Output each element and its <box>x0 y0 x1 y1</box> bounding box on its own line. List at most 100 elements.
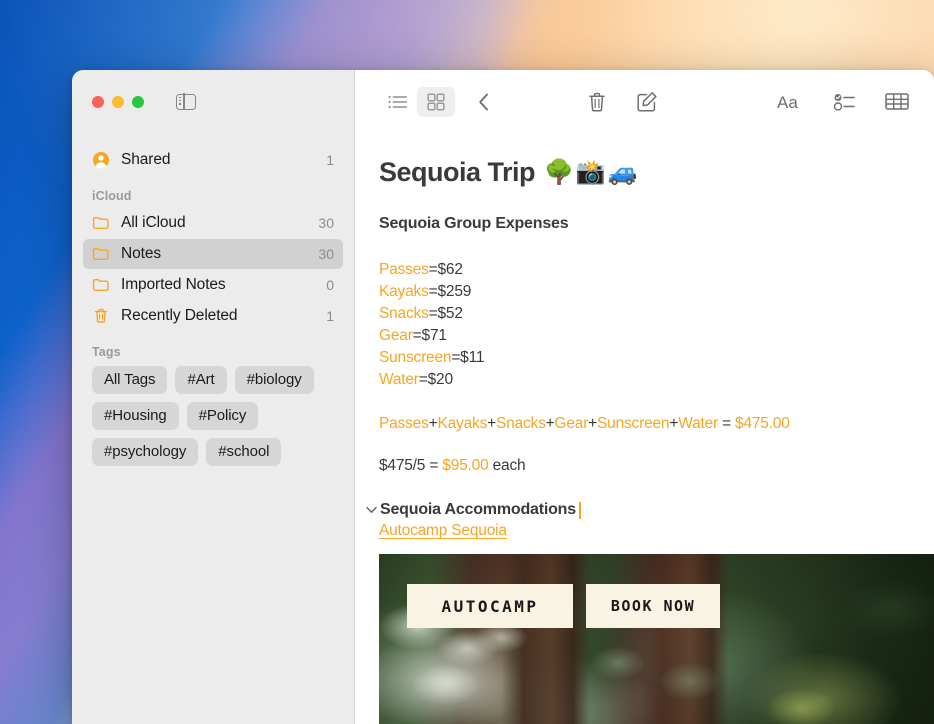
window-controls <box>72 70 354 133</box>
sidebar-item-count: 0 <box>326 277 334 293</box>
sidebar-item-count: 30 <box>318 246 334 262</box>
sidebar-item-imported-notes[interactable]: Imported Notes 0 <box>83 270 343 300</box>
banner-vignette-layer <box>379 554 934 724</box>
toolbar: Aa <box>355 70 934 133</box>
trash-icon <box>92 307 110 325</box>
sum-term: Passes <box>379 415 429 432</box>
sum-term: Water <box>678 415 718 432</box>
sum-operator: + <box>487 415 496 432</box>
sidebar-item-recently-deleted[interactable]: Recently Deleted 1 <box>83 301 343 331</box>
sum-operator: + <box>545 415 555 432</box>
sidebar-item-notes[interactable]: Notes 30 <box>83 239 343 269</box>
folder-icon <box>92 276 110 294</box>
tag-chip-school[interactable]: #school <box>206 438 282 466</box>
chevron-down-icon[interactable] <box>363 506 379 514</box>
sidebar-item-shared[interactable]: Shared 1 <box>83 145 343 175</box>
sidebar-toggle-icon[interactable] <box>176 92 196 111</box>
autocamp-banner-image[interactable]: AUTOCAMP BOOK NOW <box>379 554 934 724</box>
sum-term: Kayaks <box>437 415 488 432</box>
expense-name: Sunscreen <box>379 349 452 366</box>
per-person-result: $95.00 <box>442 457 489 474</box>
sidebar-item-label: Shared <box>121 151 171 168</box>
expense-value: =$62 <box>428 261 463 278</box>
sum-equals: = <box>717 415 736 432</box>
close-button[interactable] <box>92 95 104 108</box>
tag-chip-art[interactable]: #Art <box>175 366 227 394</box>
expense-name: Kayaks <box>379 283 429 300</box>
expense-name: Passes <box>379 261 429 278</box>
per-person-suffix: each <box>488 457 526 474</box>
sidebar-section-header-icloud: iCloud <box>92 189 132 203</box>
shared-person-icon <box>92 151 110 169</box>
format-aa-icon[interactable]: Aa <box>774 87 812 117</box>
expense-value: =$11 <box>451 349 485 366</box>
tag-chip-all-tags[interactable]: All Tags <box>92 366 168 394</box>
minimize-button[interactable] <box>112 95 124 108</box>
per-person-expression: $475/5 <box>379 457 426 474</box>
svg-text:Aa: Aa <box>777 93 798 112</box>
note-title-text: Sequoia Trip <box>379 157 536 187</box>
per-person-row: $475/5 = $95.00 each <box>379 457 934 475</box>
gallery-view-icon[interactable] <box>417 86 455 117</box>
autocamp-sequoia-link[interactable]: Autocamp Sequoia <box>379 522 507 540</box>
sidebar-item-label: Imported Notes <box>121 276 226 293</box>
sidebar-item-count: 1 <box>326 152 334 168</box>
folder-icon <box>92 245 110 263</box>
book-now-button[interactable]: BOOK NOW <box>586 584 720 628</box>
sidebar: Shared 1 iCloud All iCloud 30 Notes 30 I… <box>72 70 355 724</box>
expense-row: Sunscreen=$11 <box>379 347 934 369</box>
sum-operator: + <box>669 415 679 432</box>
back-chevron-icon[interactable] <box>465 87 503 117</box>
expense-value: =$71 <box>412 327 447 344</box>
sum-term: Sunscreen <box>597 415 670 432</box>
sidebar-toggle-dots <box>179 96 181 105</box>
autocamp-logo-box[interactable]: AUTOCAMP <box>407 584 573 628</box>
accommodations-heading: Sequoia Accommodations <box>363 501 934 519</box>
table-icon[interactable] <box>878 87 916 117</box>
sidebar-item-count: 1 <box>326 308 334 324</box>
tag-list: All Tags #Art #biology #Housing #Policy … <box>83 364 343 466</box>
expense-row: Kayaks=$259 <box>379 281 934 303</box>
expense-name: Gear <box>379 327 413 344</box>
sidebar-item-all-icloud[interactable]: All iCloud 30 <box>83 208 343 238</box>
expense-row: Snacks=$52 <box>379 303 934 325</box>
sum-operator: + <box>588 415 598 432</box>
expense-row: Passes=$62 <box>379 259 934 281</box>
notes-window: Shared 1 iCloud All iCloud 30 Notes 30 I… <box>72 70 934 724</box>
sidebar-section-header-tags: Tags <box>92 345 121 359</box>
tag-chip-housing[interactable]: #Housing <box>92 402 179 430</box>
tag-chip-biology[interactable]: #biology <box>234 366 314 394</box>
list-view-icon[interactable] <box>379 87 417 117</box>
sum-term: Gear <box>554 415 589 432</box>
sum-operator: + <box>428 415 438 432</box>
trash-icon[interactable] <box>578 87 616 117</box>
expense-value: =$259 <box>428 283 472 300</box>
sum-total: $475.00 <box>735 415 790 432</box>
accommodations-heading-text: Sequoia Accommodations <box>380 501 576 518</box>
expense-name: Snacks <box>379 305 429 322</box>
expense-value: =$20 <box>418 371 453 388</box>
sidebar-item-label: Recently Deleted <box>121 307 238 324</box>
expense-row: Gear=$71 <box>379 325 934 347</box>
sidebar-sections: Shared 1 iCloud All iCloud 30 Notes 30 I… <box>72 133 354 466</box>
sidebar-item-label: All iCloud <box>121 214 186 231</box>
note-title-emoji: 🌳📸🚙 <box>544 159 640 186</box>
expense-list: Passes=$62 Kayaks=$259 Snacks=$52 Gear=$… <box>379 259 934 391</box>
per-person-equals: = <box>425 457 443 474</box>
sidebar-group-shared: Shared 1 <box>83 145 343 175</box>
note-subtitle: Sequoia Group Expenses <box>379 215 569 232</box>
sum-term: Snacks <box>496 415 546 432</box>
note-content[interactable]: Sequoia Trip 🌳📸🚙 Sequoia Group Expenses … <box>355 133 934 724</box>
tag-chip-psychology[interactable]: #psychology <box>92 438 199 466</box>
maximize-button[interactable] <box>132 95 144 108</box>
expense-row: Water=$20 <box>379 369 934 391</box>
note-pane: Aa Sequoia Trip 🌳📸🚙 Sequoia Group Expens… <box>355 70 934 724</box>
checklist-icon[interactable] <box>826 87 864 117</box>
note-title: Sequoia Trip 🌳📸🚙 <box>379 157 934 188</box>
folder-icon <box>92 214 110 232</box>
desktop-wallpaper: Shared 1 iCloud All iCloud 30 Notes 30 I… <box>0 0 934 724</box>
text-cursor <box>578 501 581 519</box>
sidebar-item-count: 30 <box>318 215 334 231</box>
tag-chip-policy[interactable]: #Policy <box>186 402 259 430</box>
compose-icon[interactable] <box>628 87 666 117</box>
